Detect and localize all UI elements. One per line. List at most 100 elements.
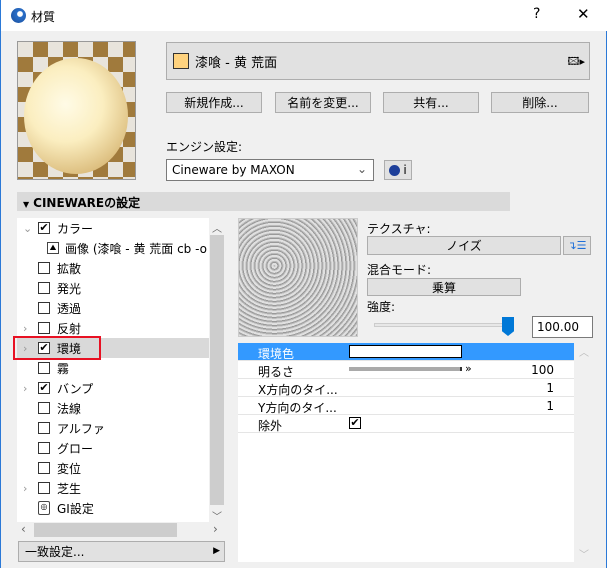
property-row[interactable]: 除外 ✔	[238, 415, 574, 433]
engine-label: エンジン設定:	[166, 140, 243, 154]
tree-item-label: 反射	[57, 321, 82, 336]
chevron-right-icon[interactable]: ›	[23, 382, 27, 395]
preview-sphere	[24, 58, 128, 174]
property-row[interactable]: Y方向のタイ... 1	[238, 397, 574, 415]
tree-item-label: GI設定	[57, 501, 94, 516]
property-name: 環境色	[258, 347, 295, 361]
checkbox[interactable]	[38, 322, 50, 334]
scroll-down-icon[interactable]: ﹀	[579, 546, 589, 561]
tree-item[interactable]: › 反射	[17, 318, 209, 338]
tree-item[interactable]: 拡散	[17, 258, 209, 278]
slider-arrow-icon[interactable]: »	[465, 362, 472, 375]
hscroll-thumb[interactable]	[34, 523, 177, 537]
gi-icon: ◎	[38, 501, 50, 515]
property-scrollbar[interactable]: ︿ ﹀	[576, 343, 592, 562]
brightness-slider[interactable]	[349, 367, 462, 371]
tree-item[interactable]: グロー	[17, 438, 209, 458]
new-button[interactable]: 新規作成...	[166, 92, 262, 113]
strength-value: 100.00	[537, 320, 579, 334]
property-row[interactable]: X方向のタイ... 1	[238, 379, 574, 397]
material-name-field[interactable]: 漆喰 - 黄 荒面 🖾▸	[166, 42, 590, 80]
engine-info-button[interactable]: i	[384, 160, 412, 180]
tree-item[interactable]: ◎ GI設定	[17, 498, 209, 518]
color-swatch[interactable]	[349, 345, 462, 358]
tree-item[interactable]: 変位	[17, 458, 209, 478]
tree-item-label: バンプ	[57, 381, 94, 396]
engine-dropdown[interactable]: Cineware by MAXON ⌄	[166, 159, 374, 181]
window-title: 材質	[31, 10, 56, 24]
checkbox[interactable]	[38, 462, 50, 474]
highlight-box	[13, 336, 101, 360]
tree-item[interactable]: 霧	[17, 358, 209, 378]
scroll-up-icon[interactable]: ︿	[212, 220, 222, 235]
tree-horizontal-scrollbar[interactable]: ‹ ›	[17, 522, 225, 538]
checkbox[interactable]	[38, 262, 50, 274]
material-color-swatch	[173, 53, 189, 69]
texture-button[interactable]: ノイズ	[367, 236, 561, 255]
checkbox[interactable]: ✔	[38, 222, 50, 234]
checkbox[interactable]	[38, 282, 50, 294]
property-blank-area	[238, 433, 574, 562]
load-texture-icon: ↴☰	[567, 239, 587, 252]
property-row[interactable]: 環境色	[238, 343, 574, 361]
scroll-thumb[interactable]	[210, 235, 224, 505]
texture-preview	[238, 218, 358, 337]
checkbox[interactable]	[38, 302, 50, 314]
strength-input[interactable]: 100.00	[532, 316, 593, 338]
close-button[interactable]: ✕	[577, 5, 590, 23]
chevron-right-icon[interactable]: ›	[23, 322, 27, 335]
section-header[interactable]: ▼ CINEWAREの設定	[17, 192, 510, 211]
strength-slider-track[interactable]	[374, 323, 508, 327]
scroll-left-icon[interactable]: ‹	[21, 522, 26, 536]
tree-item[interactable]: ⌄ ✔ カラー	[17, 218, 209, 238]
tree-item[interactable]: 発光	[17, 278, 209, 298]
checkbox[interactable]: ✔	[349, 417, 361, 429]
property-value: 100	[531, 363, 554, 377]
checkbox[interactable]	[38, 362, 50, 374]
scroll-down-icon[interactable]: ﹀	[212, 508, 222, 523]
rename-button[interactable]: 名前を変更...	[275, 92, 371, 113]
share-button[interactable]: 共有...	[383, 92, 479, 113]
property-name: 除外	[258, 419, 283, 433]
property-row[interactable]: 明るさ » 100	[238, 361, 574, 379]
tree-item[interactable]: › 芝生	[17, 478, 209, 498]
cineware-icon	[389, 164, 401, 176]
image-menu-icon[interactable]: 🖾▸	[568, 53, 586, 72]
match-settings-button[interactable]: 一致設定... ▶	[18, 541, 225, 562]
strength-label: 強度:	[367, 300, 396, 314]
help-button[interactable]: ?	[533, 6, 540, 22]
title-bar: 材質 ? ✕	[1, 0, 607, 31]
tree-item[interactable]: アルファ	[17, 418, 209, 438]
texture-load-button[interactable]: ↴☰	[563, 236, 591, 255]
blend-mode-button[interactable]: 乗算	[367, 278, 521, 296]
material-preview	[17, 41, 136, 180]
image-icon: ⛰	[47, 242, 59, 254]
menu-arrow-icon: ▶	[213, 546, 220, 556]
property-value: 1	[546, 381, 554, 395]
chevron-down-icon[interactable]: ⌄	[23, 222, 32, 235]
chevron-right-icon[interactable]: ›	[23, 482, 27, 495]
scroll-right-icon[interactable]: ›	[213, 522, 218, 536]
scroll-up-icon[interactable]: ︿	[579, 344, 589, 359]
tree-item-label: 変位	[57, 461, 82, 476]
tree-item[interactable]: 透過	[17, 298, 209, 318]
checkbox[interactable]	[38, 422, 50, 434]
tree-item-label: 発光	[57, 281, 82, 296]
tree-item[interactable]: 法線	[17, 398, 209, 418]
tree-vertical-scrollbar[interactable]: ︿ ﹀	[209, 218, 225, 523]
checkbox[interactable]	[38, 482, 50, 494]
texture-label: テクスチャ:	[367, 222, 431, 236]
strength-slider-thumb[interactable]	[502, 317, 514, 336]
checkbox[interactable]	[38, 442, 50, 454]
delete-button[interactable]: 削除...	[491, 92, 589, 113]
tree-item[interactable]: › ✔ バンプ	[17, 378, 209, 398]
checkbox[interactable]	[38, 402, 50, 414]
tree-item[interactable]: ⛰ 画像 (漆喰 - 黄 荒面 cb -o	[17, 238, 209, 258]
tree-item-label: アルファ	[57, 421, 105, 436]
tree-item-label: 画像 (漆喰 - 黄 荒面 cb -o	[65, 241, 208, 256]
tree-item-label: 透過	[57, 301, 82, 316]
chevron-down-icon: ⌄	[356, 162, 367, 176]
checkbox[interactable]: ✔	[38, 382, 50, 394]
tree-item-label: 霧	[57, 361, 70, 376]
info-icon: i	[403, 163, 407, 177]
